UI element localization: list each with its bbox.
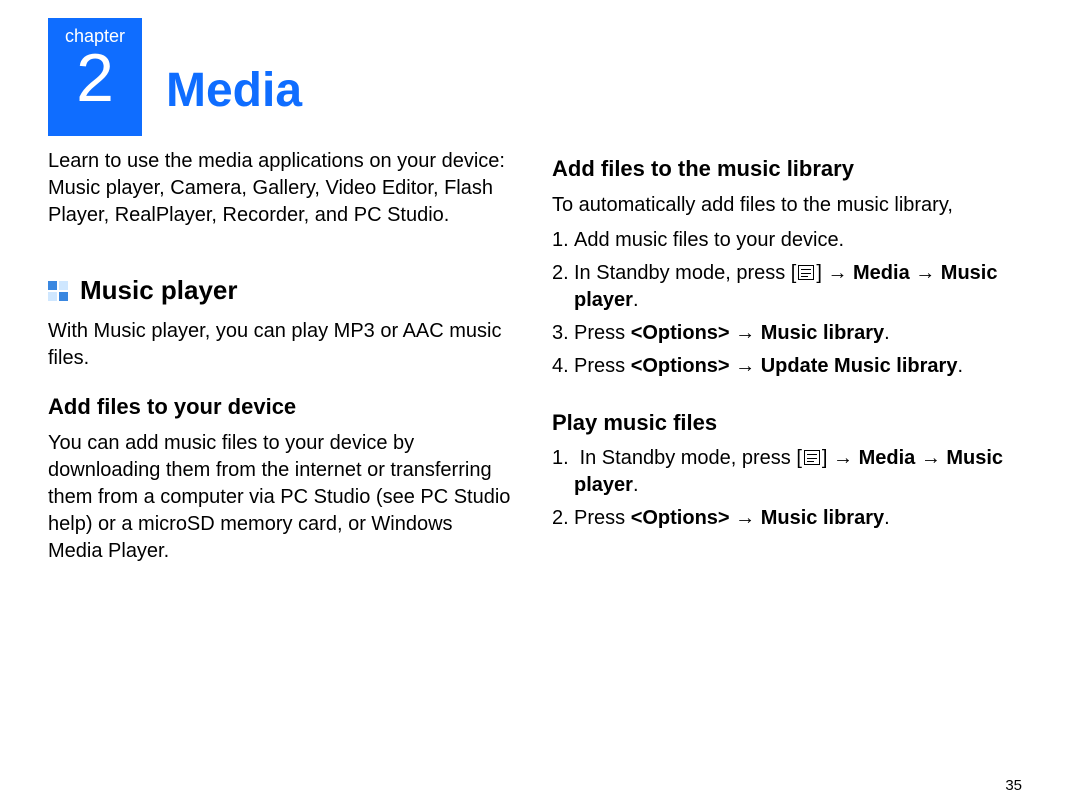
sub2-step-2: 2.In Standby mode, press [] → Media → Mu… (552, 260, 1016, 314)
sub1-body: You can add music files to your device b… (48, 430, 512, 565)
section-heading-music-player: Music player (48, 273, 512, 308)
sub2-step-3: 3.Press <Options> → Music library. (552, 320, 1016, 347)
page-number: 35 (1005, 776, 1022, 796)
page-content: chapter 2 Media Learn to use the media a… (0, 0, 1080, 613)
sub3-step-2: 2.Press <Options> → Music library. (552, 505, 1016, 532)
subhead-add-files-device: Add files to your device (48, 392, 512, 422)
sub2-step-1: 1.Add music files to your device. (552, 227, 1016, 254)
chapter-number: 2 (76, 44, 114, 112)
section-description: With Music player, you can play MP3 or A… (48, 318, 512, 372)
body-columns: Learn to use the media applications on y… (48, 148, 1030, 583)
left-column: Learn to use the media applications on y… (48, 148, 512, 583)
sub2-step-4: 4.Press <Options> → Update Music library… (552, 353, 1016, 380)
menu-key-icon (798, 265, 814, 280)
squares-icon (48, 281, 68, 301)
subhead-play-music: Play music files (552, 408, 1016, 438)
section-title: Music player (80, 273, 238, 308)
chapter-header: chapter 2 Media (48, 18, 1030, 136)
menu-key-icon (804, 450, 820, 465)
subhead-add-files-library: Add files to the music library (552, 154, 1016, 184)
right-column: Add files to the music library To automa… (552, 148, 1016, 583)
sub3-step-1: 1. In Standby mode, press [] → Media → M… (552, 445, 1016, 499)
chapter-badge: chapter 2 (48, 18, 142, 136)
intro-paragraph: Learn to use the media applications on y… (48, 148, 512, 229)
chapter-title: Media (166, 59, 302, 124)
sub2-intro: To automatically add files to the music … (552, 192, 1016, 219)
